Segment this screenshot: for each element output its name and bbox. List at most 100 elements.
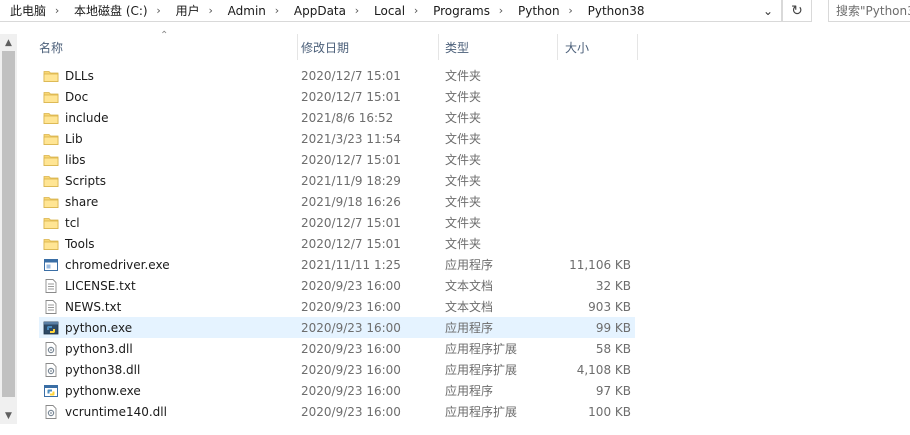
dll-icon: [43, 341, 59, 357]
column-header-modified[interactable]: 修改日期: [297, 34, 439, 60]
file-row[interactable]: Lib 2021/3/23 11:54 文件夹: [39, 128, 635, 149]
file-row[interactable]: python38.dll 2020/9/23 16:00 应用程序扩展 4,108 K…: [39, 359, 635, 380]
breadcrumb-item[interactable]: Admin: [218, 0, 270, 21]
file-row[interactable]: tcl 2020/12/7 15:01 文件夹: [39, 212, 635, 233]
refresh-button[interactable]: ↻: [782, 0, 812, 22]
file-modified-date: 2020/12/7 15:01: [301, 152, 401, 167]
column-divider[interactable]: [637, 34, 638, 60]
folder-icon: [43, 110, 59, 126]
file-row[interactable]: python.exe 2020/9/23 16:00 应用程序 99 KB: [39, 317, 635, 338]
application-icon: [43, 257, 59, 273]
breadcrumb-item-label: AppData: [293, 3, 346, 18]
column-divider[interactable]: [557, 34, 558, 60]
file-row[interactable]: chromedriver.exe 2021/11/11 1:25 应用程序 11,10…: [39, 254, 635, 275]
folder-icon: [43, 89, 59, 105]
file-modified-date: 2020/12/7 15:01: [301, 236, 401, 251]
column-header-type[interactable]: 类型: [441, 34, 557, 60]
file-name: pythonw.exe: [65, 383, 141, 398]
breadcrumb-item-label: 用户: [175, 4, 200, 18]
file-row[interactable]: share 2021/9/18 16:26 文件夹: [39, 191, 635, 212]
breadcrumb-chevron-icon[interactable]: ›: [494, 4, 508, 17]
breadcrumb-item-label: Local: [374, 3, 406, 18]
file-type: 应用程序: [445, 321, 494, 335]
breadcrumb-item[interactable]: Python38: [578, 0, 649, 21]
file-type: 文件夹: [445, 195, 482, 209]
file-size: 32 KB: [595, 278, 631, 293]
dll-icon: [43, 362, 59, 378]
breadcrumb-chevron-icon[interactable]: ›: [50, 4, 64, 17]
file-row[interactable]: LICENSE.txt 2020/9/23 16:00 文本文档 32 KB: [39, 275, 635, 296]
breadcrumb-chevron-icon[interactable]: ›: [204, 4, 218, 17]
breadcrumb-item[interactable]: 此电脑: [0, 0, 50, 21]
file-name-cell: Doc: [43, 86, 293, 107]
vertical-scrollbar[interactable]: ▲ ▼: [0, 34, 17, 424]
column-divider[interactable]: [438, 34, 439, 60]
file-row[interactable]: DLLs 2020/12/7 15:01 文件夹: [39, 65, 635, 86]
file-name-cell: LICENSE.txt: [43, 275, 293, 296]
chevron-up-icon: ▲: [5, 37, 12, 48]
column-header-size[interactable]: 大小: [561, 34, 637, 60]
file-size: [559, 212, 631, 233]
folder-icon: [43, 173, 59, 189]
file-type: 文件夹: [445, 237, 482, 251]
file-size: 97 KB: [595, 383, 631, 398]
file-size: [559, 191, 631, 212]
file-size: [559, 128, 631, 149]
breadcrumb-chevron-icon[interactable]: ›: [350, 4, 364, 17]
file-name: LICENSE.txt: [65, 278, 136, 293]
file-modified-date: 2020/9/23 16:00: [301, 404, 401, 419]
column-header-row: 名称 ⌃ 修改日期 类型 大小: [17, 30, 641, 60]
breadcrumb-chevron-icon[interactable]: ›: [270, 4, 284, 17]
file-row[interactable]: Tools 2020/12/7 15:01 文件夹: [39, 233, 635, 254]
file-name-cell: pythonw.exe: [43, 380, 293, 401]
search-input[interactable]: 搜索"Python38": [828, 0, 910, 22]
breadcrumb-chevron-icon[interactable]: ›: [409, 4, 423, 17]
address-history-dropdown[interactable]: ⌄: [756, 0, 780, 22]
address-bar[interactable]: 此电脑 › 本地磁盘 (C:) › 用户 › Admin › AppData › Local › Pro…: [0, 0, 782, 22]
address-row: 此电脑 › 本地磁盘 (C:) › 用户 › Admin › AppData › Local › Pro…: [0, 0, 910, 26]
file-modified-date: 2020/9/23 16:00: [301, 320, 401, 335]
file-type: 应用程序: [445, 258, 494, 272]
file-modified-date: 2020/9/23 16:00: [301, 278, 401, 293]
file-row[interactable]: include 2021/8/6 16:52 文件夹: [39, 107, 635, 128]
sort-ascending-icon: ⌃: [160, 30, 169, 41]
column-header-type-label: 类型: [445, 40, 470, 55]
file-row[interactable]: vcruntime140.dll 2020/9/23 16:00 应用程序扩展 100…: [39, 401, 635, 422]
file-size: [559, 170, 631, 191]
file-size: [559, 233, 631, 254]
file-row[interactable]: NEWS.txt 2020/9/23 16:00 文本文档 903 KB: [39, 296, 635, 317]
file-name-cell: vcruntime140.dll: [43, 401, 293, 422]
file-type: 文本文档: [445, 300, 494, 314]
breadcrumb-item[interactable]: 用户: [166, 0, 204, 21]
file-modified-date: 2020/9/23 16:00: [301, 341, 401, 356]
file-size: 99 KB: [595, 320, 631, 335]
breadcrumb-item[interactable]: AppData: [284, 0, 350, 21]
breadcrumb-item-label: 此电脑: [10, 4, 47, 18]
file-row[interactable]: pythonw.exe 2020/9/23 16:00 应用程序 97 KB: [39, 380, 635, 401]
file-type: 应用程序: [445, 384, 494, 398]
file-name: Scripts: [65, 173, 107, 188]
folder-icon: [43, 68, 59, 84]
scroll-thumb[interactable]: [2, 51, 15, 397]
breadcrumb-item[interactable]: 本地磁盘 (C:): [64, 0, 152, 21]
file-modified-date: 2020/12/7 15:01: [301, 89, 401, 104]
breadcrumb-item-label: Python38: [587, 3, 645, 18]
file-row[interactable]: python3.dll 2020/9/23 16:00 应用程序扩展 58 KB: [39, 338, 635, 359]
breadcrumb-chevron-icon[interactable]: ›: [152, 4, 166, 17]
breadcrumb-item[interactable]: Programs: [423, 0, 494, 21]
scroll-down-button[interactable]: ▼: [0, 407, 17, 424]
file-row[interactable]: libs 2020/12/7 15:01 文件夹: [39, 149, 635, 170]
folder-icon: [43, 131, 59, 147]
breadcrumb-chevron-icon[interactable]: ›: [564, 4, 578, 17]
file-row[interactable]: Scripts 2021/11/9 18:29 文件夹: [39, 170, 635, 191]
breadcrumb-item[interactable]: Python: [508, 0, 564, 21]
breadcrumb-item[interactable]: Local: [364, 0, 409, 21]
file-name: Tools: [65, 236, 95, 251]
column-header-modified-label: 修改日期: [301, 40, 350, 55]
file-type: 文件夹: [445, 132, 482, 146]
scroll-up-button[interactable]: ▲: [0, 34, 17, 51]
file-modified-date: 2021/9/18 16:26: [301, 194, 401, 209]
file-row[interactable]: Doc 2020/12/7 15:01 文件夹: [39, 86, 635, 107]
file-size: 100 KB: [588, 404, 631, 419]
file-name-cell: DLLs: [43, 65, 293, 86]
